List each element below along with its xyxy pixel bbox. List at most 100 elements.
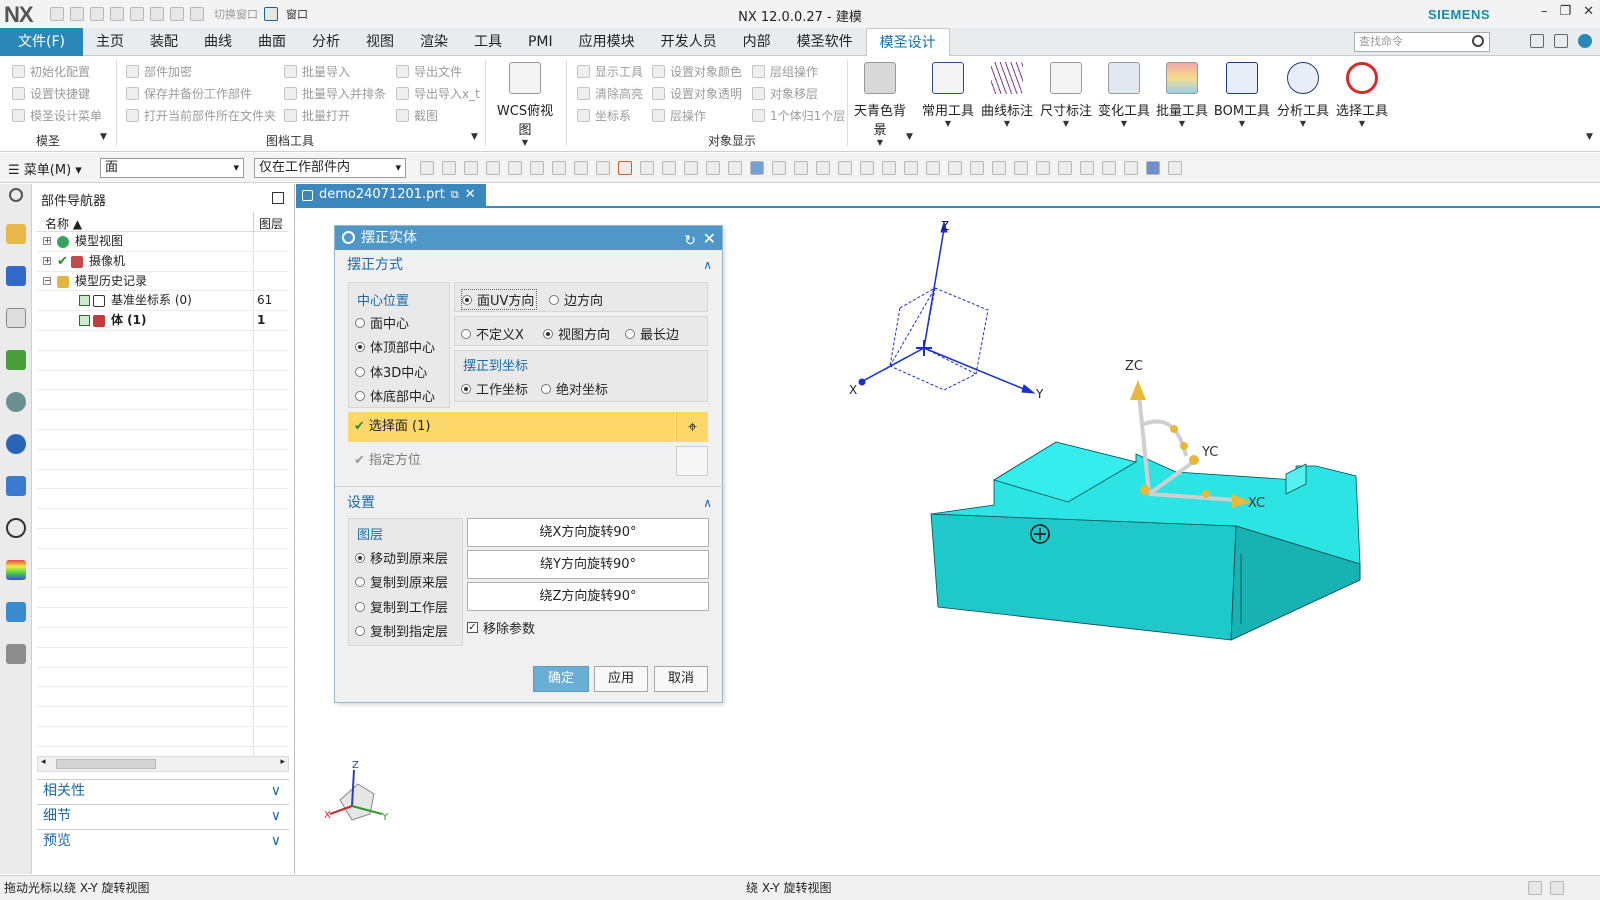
body-icon[interactable] [530,161,544,175]
select-face-row[interactable]: ✔ 选择面 (1) [348,412,675,442]
radio-copy-original-layer[interactable]: 复制到原来层 [355,572,448,591]
tree-row-model-history[interactable]: − 模型历史记录 [37,272,289,292]
crosshair-icon[interactable]: ⌖ [676,412,708,442]
init-config-button[interactable]: 初始化配置 [12,60,102,82]
lasso-icon[interactable] [706,161,720,175]
part-encrypt-button[interactable]: 部件加密 [126,60,276,82]
set-shortcut-button[interactable]: 设置快捷键 [12,82,102,104]
search-icon[interactable] [1472,35,1484,47]
curve-icon[interactable] [574,161,588,175]
chevron-down-icon[interactable]: ▼ [100,132,107,142]
collapse-icon[interactable]: − [43,276,51,285]
arc-center-icon[interactable] [882,161,896,175]
tab-mosheng-design[interactable]: 模圣设计 [865,28,950,56]
clear-selection-icon[interactable] [464,161,478,175]
cancel-button[interactable]: 取消 [654,666,708,692]
tab-render[interactable]: 渲染 [407,28,461,56]
constraint-navigator-icon[interactable] [5,266,26,286]
zoom-icon[interactable] [1080,161,1094,175]
tab-developer[interactable]: 开发人员 [648,28,730,56]
move-layer-button[interactable]: 对象移层 [752,82,845,104]
radio-move-original-layer[interactable]: 移动到原来层 [355,548,448,567]
window-mode-icon[interactable] [1550,881,1564,895]
radio-body-top-center[interactable]: 体顶部中心 [355,337,435,356]
edge-icon[interactable] [508,161,522,175]
visibility-checkbox[interactable] [79,315,90,327]
common-tools-button[interactable]: 常用工具 ▼ [918,60,978,128]
view-icon[interactable] [5,392,26,412]
radio-longest-edge[interactable]: 最长边 [625,324,679,343]
tab-mosheng-software[interactable]: 模圣软件 [784,28,866,56]
expand-icon[interactable]: + [43,237,51,245]
history-icon[interactable] [5,518,26,538]
rotate-x-90-button[interactable]: 绕X方向旋转90° [467,518,709,547]
maximize-icon[interactable] [272,192,284,204]
curve-annotation-button[interactable]: 曲线标注 ▼ [977,60,1037,128]
section-header-settings[interactable]: 设置 ∧ [335,488,722,518]
csys-dialog-icon[interactable] [676,446,708,476]
collapse-ribbon-icon[interactable] [1554,34,1568,48]
close-icon[interactable]: ✕ [1583,4,1594,19]
rotate-z-90-button[interactable]: 绕Z方向旋转90° [467,582,709,611]
chevron-down-icon[interactable]: ▼ [471,132,478,142]
end-point-icon[interactable] [794,161,808,175]
display-tool-button[interactable]: 显示工具 [577,60,643,82]
tree-row-body[interactable]: 体 (1) 1 [37,311,289,331]
render-style-icon[interactable] [1124,161,1138,175]
snap-icon[interactable] [442,161,456,175]
tab-assembly[interactable]: 装配 [137,28,191,56]
set-transparency-button[interactable]: 设置对象透明 [652,82,742,104]
bounded-grid-icon[interactable] [970,161,984,175]
column-header-name[interactable]: 名称 ▲ [45,215,82,232]
batch-import-arrange-button[interactable]: 批量导入并排条 [284,82,386,104]
selection-tools-button[interactable]: 选择工具 ▼ [1332,60,1392,128]
clear-highlight-button[interactable]: 清除高亮 [577,82,643,104]
section-preview[interactable]: 预览 ∨ [37,829,289,851]
tab-tools[interactable]: 工具 [461,28,515,56]
section-dependencies[interactable]: 相关性 ∨ [37,779,289,801]
wireframe-icon[interactable] [728,161,742,175]
screenshot-button[interactable]: 截图 [396,104,480,126]
tab-view[interactable]: 视图 [353,28,407,56]
section-header-method[interactable]: 摆正方式 ∧ [335,250,722,280]
set-color-button[interactable]: 设置对象颜色 [652,60,742,82]
assembly-icon[interactable] [662,161,676,175]
tab-internal[interactable]: 内部 [730,28,784,56]
horizontal-scrollbar[interactable]: ◂ ▸ [37,756,289,772]
dialog-titlebar[interactable]: 摆正实体 ↻ ✕ [335,226,722,250]
process-studio-icon[interactable] [5,602,26,622]
tab-analysis[interactable]: 分析 [299,28,353,56]
tab-file[interactable]: 文件(F) [0,28,83,56]
bom-tools-button[interactable]: BOM工具 ▼ [1212,60,1272,128]
radio-body-3d-center[interactable]: 体3D中心 [355,362,427,381]
close-icon[interactable]: ✕ [703,227,716,251]
tree-row-cameras[interactable]: + ✔ 摄像机 [37,252,289,272]
ok-button[interactable]: 确定 [533,666,589,692]
solid-icon[interactable] [750,161,764,175]
column-header-layer[interactable]: 图层 [259,215,283,232]
open-folder-button[interactable]: 打开当前部件所在文件夹 [126,104,276,126]
control-point-icon[interactable] [838,161,852,175]
batch-open-button[interactable]: 批量打开 [284,104,386,126]
layer-group-button[interactable]: 层组操作 [752,60,845,82]
info-icon[interactable] [5,434,26,454]
rotate-icon[interactable] [1036,161,1050,175]
web-browser-icon[interactable] [5,476,26,496]
section-details[interactable]: 细节 ∨ [37,804,289,826]
scroll-left-icon[interactable]: ◂ [41,757,46,767]
display-mode-icon[interactable] [1102,161,1116,175]
fullscreen-icon[interactable] [1530,34,1544,48]
settings-icon[interactable] [8,188,23,202]
restore-icon[interactable]: ❐ [1559,4,1571,19]
view-cube-icon[interactable] [1146,161,1160,175]
type-filter-select[interactable]: 面 [100,158,244,178]
radio-face-center[interactable]: 面中心 [355,313,409,332]
tab-pmi[interactable]: PMI [515,28,566,56]
scroll-right-icon[interactable]: ▸ [280,757,285,767]
batch-import-button[interactable]: 批量导入 [284,60,386,82]
assembly-navigator-icon[interactable] [5,224,26,244]
tab-home[interactable]: 主页 [83,28,137,56]
radio-view-direction[interactable]: 视图方向 [543,324,610,343]
pan-icon[interactable] [1058,161,1072,175]
body-per-layer-button[interactable]: 1个体归1个层 [752,104,845,126]
